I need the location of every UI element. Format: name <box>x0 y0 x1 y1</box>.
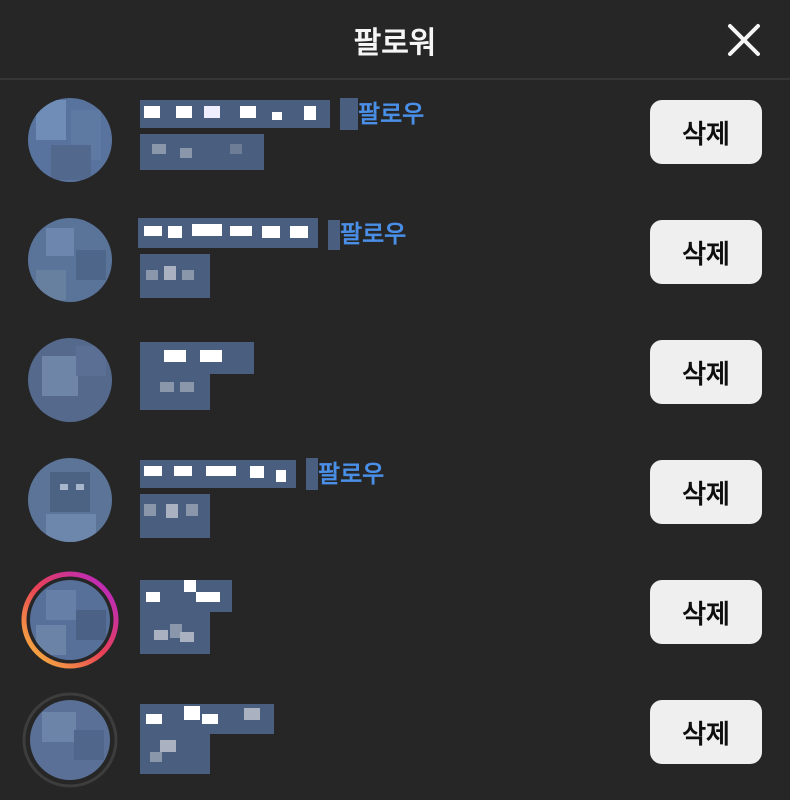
follower-row: 팔로우 삭제 <box>0 436 790 556</box>
follower-row: 삭제 <box>0 556 790 676</box>
follower-row: 팔로우 삭제 <box>0 196 790 316</box>
avatar[interactable] <box>16 90 124 190</box>
follow-link[interactable]: 팔로우 <box>318 454 384 489</box>
username-blurred[interactable] <box>140 334 254 410</box>
username-blurred[interactable] <box>140 454 320 494</box>
remove-button[interactable]: 삭제 <box>650 700 762 764</box>
name-blurred <box>140 254 210 302</box>
avatar[interactable] <box>16 210 124 310</box>
close-icon[interactable] <box>724 20 764 60</box>
name-blurred <box>140 494 210 542</box>
remove-button[interactable]: 삭제 <box>650 340 762 404</box>
username-blurred[interactable] <box>140 694 274 774</box>
avatar-with-story-ring[interactable] <box>16 570 124 670</box>
follower-row: 삭제 <box>0 676 790 796</box>
username-blurred[interactable] <box>138 214 348 254</box>
avatar[interactable] <box>16 450 124 550</box>
follower-row: 팔로우 삭제 <box>0 76 790 196</box>
followers-dialog: 팔로워 팔로우 삭제 팔로우 삭제 삭제 팔로우 삭제 삭제 삭제 <box>0 0 790 800</box>
follower-row: 삭제 <box>0 316 790 436</box>
dialog-header: 팔로워 <box>0 0 790 80</box>
name-blurred <box>140 134 264 174</box>
remove-button[interactable]: 삭제 <box>650 220 762 284</box>
username-blurred[interactable] <box>140 94 360 134</box>
remove-button[interactable]: 삭제 <box>650 580 762 644</box>
avatar[interactable] <box>16 330 124 430</box>
remove-button[interactable]: 삭제 <box>650 460 762 524</box>
dialog-title: 팔로워 <box>353 26 437 61</box>
avatar-with-story-ring[interactable] <box>16 690 124 790</box>
follow-link[interactable]: 팔로우 <box>358 94 424 129</box>
username-blurred[interactable] <box>140 574 232 654</box>
follow-link[interactable]: 팔로우 <box>340 214 406 249</box>
remove-button[interactable]: 삭제 <box>650 100 762 164</box>
